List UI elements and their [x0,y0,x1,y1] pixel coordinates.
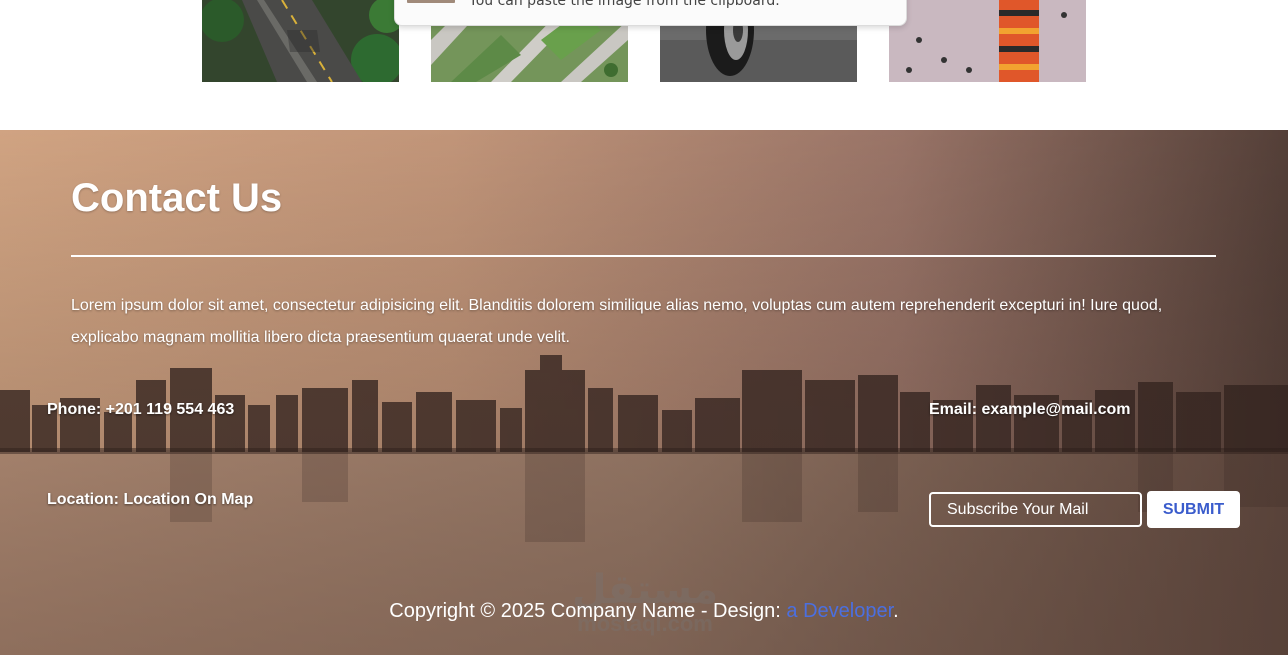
submit-button[interactable]: SUBMIT [1147,491,1240,528]
location-info[interactable]: Location: Location On Map [47,491,253,509]
toast-image-preview [407,0,455,3]
contact-title: Contact Us [71,176,283,220]
contact-section: Contact Us Lorem ipsum dolor sit amet, c… [0,130,1288,655]
phone-info: Phone: +201 119 554 463 [47,401,235,418]
developer-link[interactable]: a Developer [786,600,893,622]
email-info: Email: example@mail.com [929,401,1131,418]
subscribe-email-input[interactable] [929,492,1142,527]
copyright-text: Copyright © 2025 Company Name - Design: … [0,600,1288,623]
gallery-strip: You can paste the image from the clipboa… [0,0,1288,130]
copyright-prefix: Copyright © 2025 Company Name - Design: [389,600,787,622]
gallery-image-road[interactable] [202,0,399,82]
gallery-image-swing-ride[interactable] [889,0,1086,82]
contact-description: Lorem ipsum dolor sit amet, consectetur … [71,297,1163,346]
copyright-suffix: . [893,600,899,622]
toast-message: You can paste the image from the clipboa… [469,0,780,9]
clipboard-toast: You can paste the image from the clipboa… [394,0,907,26]
title-divider [71,255,1216,257]
